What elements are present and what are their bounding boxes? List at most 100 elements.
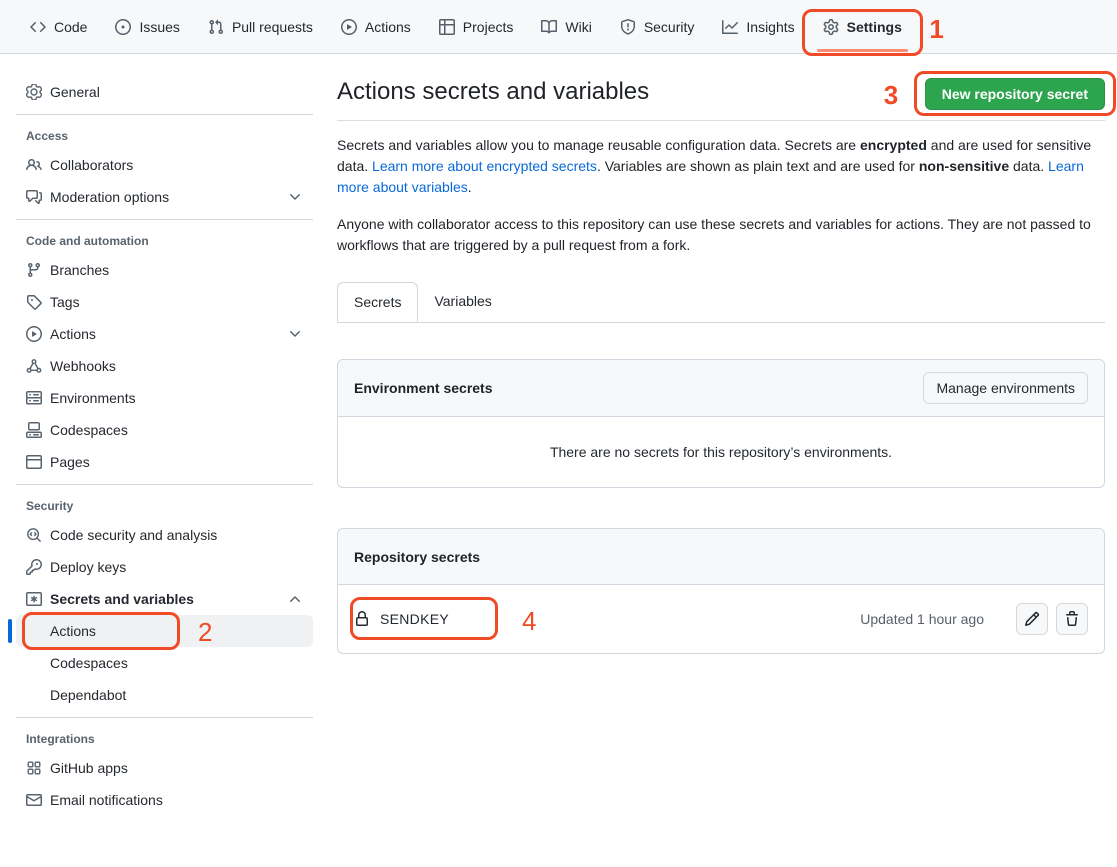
tab-insights[interactable]: Insights [708, 0, 808, 53]
webhook-icon [26, 358, 42, 374]
tab-label: Pull requests [232, 19, 313, 35]
link-encrypted-secrets[interactable]: Learn more about encrypted secrets [372, 158, 597, 174]
fork-paragraph: Anyone with collaborator access to this … [337, 214, 1105, 256]
play-icon [341, 19, 357, 35]
sidebar-item-codespaces[interactable]: Codespaces [16, 414, 313, 446]
tab-label: Code [54, 19, 87, 35]
secret-row: SENDKEY 4 Updated 1 hour ago [338, 585, 1104, 653]
sidebar-item-label: Code security and analysis [50, 527, 217, 543]
annotation-number-3: 3 [884, 82, 898, 108]
sidebar-item-label: Tags [50, 294, 80, 310]
sidebar-item-secrets-and-variables[interactable]: Secrets and variables [16, 583, 313, 615]
tab-label: Wiki [565, 19, 591, 35]
sidebar-item-label: GitHub apps [50, 760, 128, 776]
tab-label: Issues [139, 19, 179, 35]
tab-label: Settings [847, 19, 902, 35]
sidebar-item-webhooks[interactable]: Webhooks [16, 350, 313, 382]
git-branch-icon [26, 262, 42, 278]
sidebar-section-integrations: Integrations [16, 724, 313, 752]
sidebar-item-pages[interactable]: Pages [16, 446, 313, 478]
sidebar-item-label: Deploy keys [50, 559, 126, 575]
tab-security[interactable]: Security [606, 0, 709, 53]
tab-label: Insights [746, 19, 794, 35]
environment-secrets-empty-text: There are no secrets for this repository… [338, 417, 1104, 487]
sidebar-item-email-notifications[interactable]: Email notifications [16, 784, 313, 816]
annotation-number-1: 1 [929, 16, 943, 42]
sidebar-item-label: Actions [50, 326, 96, 342]
annotation-number-4: 4 [522, 608, 536, 634]
pencil-icon [1024, 611, 1040, 627]
chevron-up-icon [287, 591, 303, 607]
main-content: Actions secrets and variables New reposi… [321, 54, 1117, 867]
tab-label: Projects [463, 19, 514, 35]
book-icon [541, 19, 557, 35]
sidebar-item-moderation-options[interactable]: Moderation options [16, 181, 313, 213]
sidebar-item-general[interactable]: General [16, 76, 313, 108]
mail-icon [26, 792, 42, 808]
sidebar-item-label: Secrets and variables [50, 591, 194, 607]
repository-secrets-title: Repository secrets [354, 549, 480, 565]
sidebar-section-access: Access [16, 121, 313, 149]
tab-label: Actions [365, 19, 411, 35]
sidebar-item-github-apps[interactable]: GitHub apps [16, 752, 313, 784]
sidebar-subitem-dependabot[interactable]: Dependabot [16, 679, 313, 711]
environment-secrets-title: Environment secrets [354, 380, 493, 396]
tab-secrets[interactable]: Secrets [337, 282, 418, 322]
active-item-accent-bar [8, 619, 12, 643]
tab-projects[interactable]: Projects [425, 0, 528, 53]
sidebar-section-security: Security [16, 491, 313, 519]
sidebar-item-label: General [50, 84, 100, 100]
issue-opened-icon [115, 19, 131, 35]
sidebar-item-code-security[interactable]: Code security and analysis [16, 519, 313, 551]
chevron-down-icon [287, 189, 303, 205]
page-title: Actions secrets and variables [337, 78, 649, 106]
sidebar-item-collaborators[interactable]: Collaborators [16, 149, 313, 181]
chevron-down-icon [287, 326, 303, 342]
people-icon [26, 157, 42, 173]
tab-label: Security [644, 19, 695, 35]
sidebar-item-tags[interactable]: Tags [16, 286, 313, 318]
comment-discussion-icon [26, 189, 42, 205]
sidebar-item-branches[interactable]: Branches [16, 254, 313, 286]
apps-icon [26, 760, 42, 776]
sidebar-item-label: Collaborators [50, 157, 133, 173]
sidebar-item-label: Pages [50, 454, 90, 470]
table-icon [439, 19, 455, 35]
sidebar-subitem-actions[interactable]: Actions 2 [16, 615, 313, 647]
sidebar-item-label: Webhooks [50, 358, 116, 374]
active-tab-underline [817, 49, 908, 52]
sidebar-item-deploy-keys[interactable]: Deploy keys [16, 551, 313, 583]
sidebar-section-code-and-automation: Code and automation [16, 226, 313, 254]
new-repository-secret-button[interactable]: New repository secret 3 [925, 78, 1105, 110]
edit-secret-button[interactable] [1016, 603, 1048, 635]
tab-pull-requests[interactable]: Pull requests [194, 0, 327, 53]
tab-settings[interactable]: Settings 1 [809, 0, 916, 53]
tab-variables[interactable]: Variables [418, 282, 507, 322]
key-asterisk-icon [26, 591, 42, 607]
tab-code[interactable]: Code [16, 0, 101, 53]
sidebar-item-actions[interactable]: Actions [16, 318, 313, 350]
secrets-variables-tabnav: Secrets Variables [337, 282, 1105, 323]
sidebar-item-environments[interactable]: Environments [16, 382, 313, 414]
sidebar-item-label: Branches [50, 262, 109, 278]
graph-icon [722, 19, 738, 35]
tab-wiki[interactable]: Wiki [527, 0, 605, 53]
sidebar-item-label: Dependabot [50, 687, 126, 703]
sidebar-item-label: Email notifications [50, 792, 163, 808]
tab-actions[interactable]: Actions [327, 0, 425, 53]
key-icon [26, 559, 42, 575]
tab-issues[interactable]: Issues [101, 0, 193, 53]
settings-sidebar: General Access Collaborators Moderation … [0, 54, 321, 867]
codescan-icon [26, 527, 42, 543]
delete-secret-button[interactable] [1056, 603, 1088, 635]
repo-tab-bar: Code Issues Pull requests Actions Projec… [0, 0, 1117, 54]
sidebar-subitem-codespaces[interactable]: Codespaces [16, 647, 313, 679]
gear-icon [26, 84, 42, 100]
sidebar-item-label: Environments [50, 390, 136, 406]
sidebar-item-label: Moderation options [50, 189, 169, 205]
gear-icon [823, 19, 839, 35]
intro-paragraph: Secrets and variables allow you to manag… [337, 135, 1105, 198]
tag-icon [26, 294, 42, 310]
manage-environments-button[interactable]: Manage environments [923, 372, 1088, 404]
sidebar-item-label: Actions [50, 623, 96, 639]
